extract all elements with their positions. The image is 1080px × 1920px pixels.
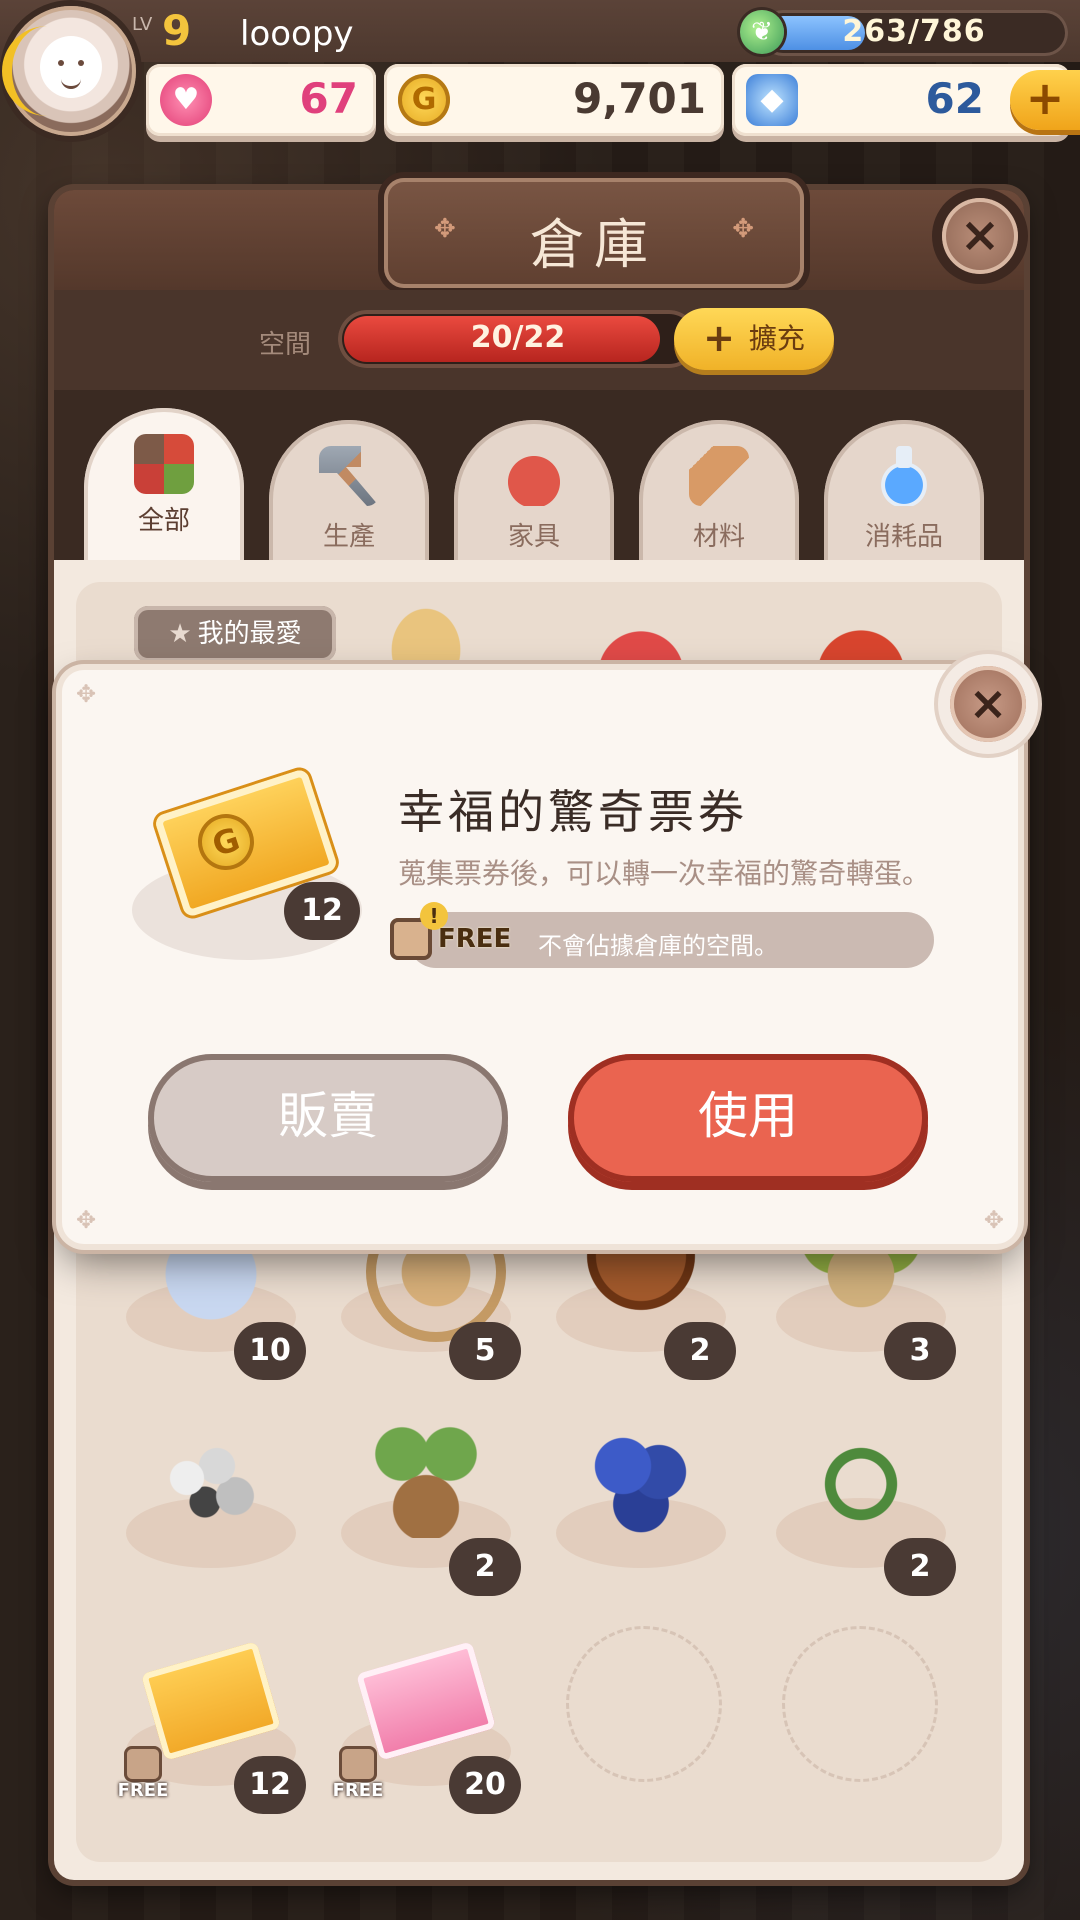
- favorite-label: 我的最愛: [197, 619, 302, 649]
- item-slot[interactable]: FREE 12: [116, 1616, 306, 1814]
- gems-value: 62: [925, 74, 984, 123]
- tab-label: 消耗品: [864, 522, 943, 552]
- expand-label: 擴充: [748, 322, 805, 355]
- space-bar: 20/22: [338, 310, 698, 368]
- dialog-close-button[interactable]: ×: [950, 666, 1026, 742]
- item-quantity: 2: [664, 1322, 736, 1380]
- item-quantity: 5: [449, 1322, 521, 1380]
- space-text: 20/22: [470, 320, 566, 355]
- empty-slot: [782, 1626, 938, 1782]
- level-number: 9: [162, 6, 192, 55]
- expand-button[interactable]: + 擴充: [674, 308, 834, 370]
- item-quantity: 2: [884, 1538, 956, 1596]
- energy-bar: 263/786: [760, 10, 1068, 56]
- corner-ornament-icon: ✥: [76, 680, 97, 708]
- item-quantity: 12: [284, 882, 360, 940]
- hearts-value: 67: [299, 74, 358, 123]
- log-icon: [689, 446, 749, 506]
- gold-coin-icon: G: [398, 74, 450, 126]
- free-note-text: 不會佔據倉庫的空間。: [538, 932, 778, 960]
- item-slot[interactable]: 2: [766, 1398, 956, 1596]
- tab-all[interactable]: 全部: [84, 408, 244, 568]
- storage-jar-icon: [339, 1746, 377, 1782]
- energy-text: 263/786: [842, 14, 986, 49]
- blueberry-icon: [581, 1418, 701, 1538]
- hammer-icon: [319, 446, 379, 506]
- item-slot[interactable]: [546, 1398, 736, 1588]
- empty-slot: [566, 1626, 722, 1782]
- item-quantity: 10: [234, 1322, 306, 1380]
- free-storage-tag: FREE: [331, 1746, 385, 1808]
- item-slot[interactable]: FREE 20: [331, 1616, 521, 1814]
- gem-icon: ◆: [746, 74, 798, 126]
- title-plate: ✥ 倉庫 ✥: [384, 178, 804, 288]
- sofa-icon: [504, 446, 564, 506]
- free-storage-note: ! FREE 不會佔據倉庫的空間。: [390, 902, 934, 968]
- storage-close-button[interactable]: ×: [942, 198, 1018, 274]
- player-avatar[interactable]: [2, 6, 136, 136]
- dialog-close: ×: [938, 654, 1038, 754]
- sapling-icon: [366, 1418, 486, 1538]
- plus-icon: +: [703, 316, 735, 360]
- tab-label: 生產: [322, 522, 375, 552]
- hearts-counter: ♥ 67: [146, 64, 376, 136]
- storage-close: ×: [932, 188, 1028, 284]
- heart-icon: ♥: [160, 74, 212, 126]
- ornament-icon: ✥: [732, 214, 754, 244]
- gold-counter: G 9,701: [384, 64, 724, 136]
- storage-jar-icon: [124, 1746, 162, 1782]
- item-quantity: 12: [234, 1756, 306, 1814]
- item-quantity: 20: [449, 1756, 521, 1814]
- tab-label: 材料: [692, 522, 745, 552]
- grid-icon: [134, 434, 194, 494]
- sell-button[interactable]: 販賣: [148, 1054, 508, 1182]
- item-quantity: 2: [449, 1538, 521, 1596]
- item-detail-dialog: ✥ ✥ ✥ × G 12 幸福的驚奇票券 蒐集票券後，可以轉一次幸福的驚奇轉蛋。…: [62, 654, 1038, 1244]
- star-icon: ★: [168, 619, 192, 649]
- item-description: 蒐集票券後，可以轉一次幸福的驚奇轉蛋。: [398, 857, 931, 890]
- item-slot[interactable]: 2: [331, 1398, 521, 1596]
- free-storage-tag: FREE: [116, 1746, 170, 1808]
- energy-leaf-icon: ❦: [740, 10, 784, 54]
- level-label: LV: [132, 14, 153, 35]
- player-name: looopy: [240, 14, 354, 54]
- corner-ornament-icon: ✥: [983, 1206, 1004, 1234]
- tab-furniture[interactable]: 家具: [454, 420, 614, 570]
- tab-consumables[interactable]: 消耗品: [824, 420, 984, 570]
- item-title: 幸福的驚奇票券: [398, 785, 748, 839]
- gold-value: 9,701: [573, 74, 706, 123]
- stones-icon: [151, 1418, 271, 1538]
- use-button[interactable]: 使用: [568, 1054, 928, 1182]
- tab-label: 家具: [507, 522, 560, 552]
- item-quantity: 3: [884, 1322, 956, 1380]
- space-label: 空間: [259, 330, 312, 360]
- item-slot[interactable]: [116, 1398, 306, 1588]
- tab-label: 全部: [137, 506, 190, 536]
- tab-production[interactable]: 生產: [269, 420, 429, 570]
- vine-icon: [801, 1418, 921, 1538]
- corner-ornament-icon: ✥: [76, 1206, 97, 1234]
- free-tag: FREE: [438, 924, 512, 954]
- favorite-badge[interactable]: ★ 我的最愛: [134, 606, 336, 662]
- tab-materials[interactable]: 材料: [639, 420, 799, 570]
- potion-icon: [874, 446, 934, 506]
- add-gems-button[interactable]: +: [1010, 70, 1080, 130]
- space-row: 空間 20/22 + 擴充: [54, 290, 1024, 390]
- category-tabs: 全部 生產 家具 材料 消耗品: [54, 390, 1024, 570]
